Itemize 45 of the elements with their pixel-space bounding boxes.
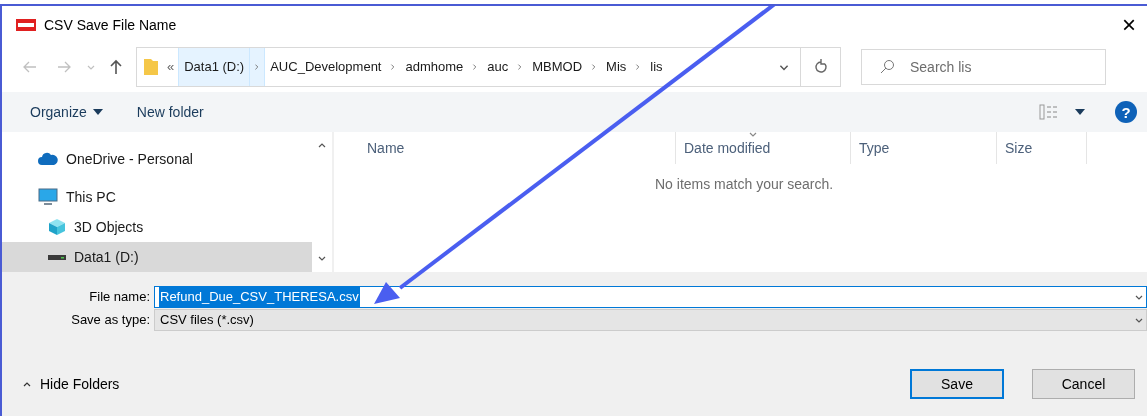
close-button[interactable]: × bbox=[1115, 11, 1143, 39]
breadcrumb[interactable]: AUC_Development bbox=[265, 48, 387, 86]
cube-icon bbox=[48, 218, 66, 236]
help-button[interactable]: ? bbox=[1115, 101, 1137, 123]
folder-icon bbox=[143, 58, 159, 76]
window-title: CSV Save File Name bbox=[44, 15, 177, 35]
file-type-dropdown[interactable]: CSV files (*.csv) bbox=[154, 309, 1147, 331]
dialog-button[interactable]: Save bbox=[910, 369, 1004, 399]
navigation-item[interactable]: 3D Objects bbox=[2, 212, 312, 242]
breadcrumb[interactable]: lis bbox=[645, 48, 668, 86]
drive-icon bbox=[48, 253, 66, 261]
breadcrumb[interactable]: auc bbox=[482, 48, 514, 86]
caret-icon bbox=[92, 109, 103, 115]
navigation-item[interactable]: This PC bbox=[2, 182, 312, 212]
overflow-chevron[interactable]: « bbox=[167, 57, 175, 77]
breadcrumb[interactable]: Data1 (D:) bbox=[178, 48, 251, 86]
up-arrow-icon[interactable] bbox=[108, 59, 124, 75]
column-header[interactable]: Type bbox=[851, 132, 997, 164]
empty-message: No items match your search. bbox=[655, 175, 835, 194]
back-arrow-icon[interactable] bbox=[22, 59, 38, 75]
navigation-item[interactable]: OneDrive - Personal bbox=[2, 144, 312, 174]
view-options-icon[interactable] bbox=[1039, 104, 1059, 120]
cloud-icon bbox=[38, 152, 58, 166]
navigation-item[interactable]: Data1 (D:) bbox=[2, 242, 312, 272]
view-caret-icon[interactable] bbox=[1075, 109, 1085, 115]
column-header[interactable]: Name bbox=[359, 132, 676, 164]
file-name-field[interactable]: Refund_Due_CSV_THERESA.csv bbox=[154, 286, 1147, 308]
address-bar[interactable]: « Data1 (D:) AUC_Development admhome auc MBMOD Mis lis bbox=[136, 47, 841, 87]
monitor-icon bbox=[38, 188, 58, 206]
breadcrumb[interactable]: admhome bbox=[400, 48, 469, 86]
search-field[interactable]: Search lis bbox=[861, 49, 1106, 85]
column-header[interactable]: Date modified bbox=[676, 132, 851, 164]
column-header[interactable]: Size bbox=[997, 132, 1087, 164]
breadcrumb[interactable]: Mis bbox=[601, 48, 632, 86]
forward-arrow-icon[interactable] bbox=[56, 59, 72, 75]
field-label: Save as type: bbox=[70, 311, 151, 330]
app-icon bbox=[16, 19, 36, 31]
new-folder-button[interactable]: New folder bbox=[136, 101, 204, 123]
hide-folders-button[interactable]: Hide Folders bbox=[22, 373, 120, 395]
field-label: File name: bbox=[88, 288, 151, 307]
search-icon bbox=[879, 59, 895, 75]
dialog-button[interactable]: Cancel bbox=[1032, 369, 1135, 399]
organize-button[interactable]: Organize bbox=[30, 101, 103, 123]
refresh-icon bbox=[812, 59, 829, 75]
breadcrumb[interactable]: MBMOD bbox=[527, 48, 588, 86]
